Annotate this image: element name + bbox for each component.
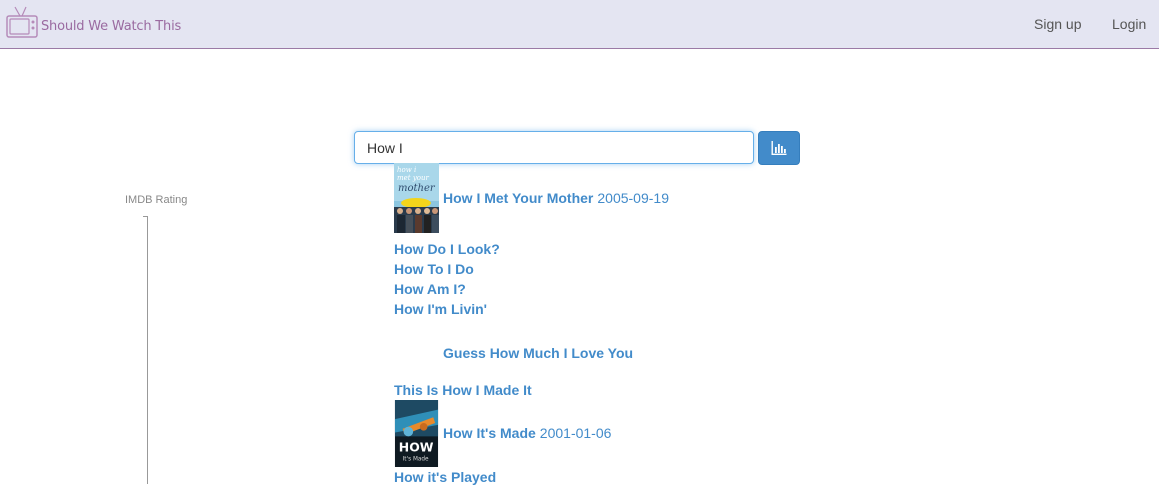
result-title[interactable]: How it's Played bbox=[394, 469, 496, 485]
result-item[interactable]: How it's Played bbox=[394, 467, 894, 487]
result-item[interactable]: How I'm Livin' bbox=[394, 299, 894, 319]
how-i-met-your-mother-poster: how i met your mother bbox=[394, 163, 439, 233]
result-title[interactable]: Guess How Much I Love You bbox=[443, 345, 633, 361]
result-title[interactable]: How It's Made bbox=[443, 425, 536, 441]
result-item[interactable]: how i met your mother How I Met Your Mot… bbox=[394, 163, 894, 233]
imdb-rating-label: IMDB Rating bbox=[125, 194, 188, 206]
result-title[interactable]: How I'm Livin' bbox=[394, 301, 487, 317]
result-title[interactable]: How I Met Your Mother bbox=[443, 190, 593, 206]
how-its-made-poster: HOW It's Made bbox=[394, 399, 439, 467]
result-item[interactable]: How Do I Look? bbox=[394, 239, 894, 259]
result-title[interactable]: How Do I Look? bbox=[394, 241, 500, 257]
result-date: 2005-09-19 bbox=[597, 190, 669, 206]
search-input[interactable] bbox=[354, 131, 754, 164]
svg-text:It's Made: It's Made bbox=[403, 456, 429, 462]
login-link[interactable]: Login bbox=[1112, 16, 1146, 32]
svg-text:met your: met your bbox=[397, 174, 429, 182]
bar-chart-icon bbox=[771, 141, 787, 155]
svg-text:mother: mother bbox=[398, 183, 436, 194]
svg-text:how i: how i bbox=[397, 166, 416, 174]
result-title[interactable]: How To I Do bbox=[394, 261, 474, 277]
brand-name: Should We Watch This bbox=[41, 18, 182, 34]
search-button[interactable] bbox=[758, 131, 800, 165]
brand-link[interactable]: Should We Watch This bbox=[6, 6, 182, 39]
result-date: 2001-01-06 bbox=[539, 425, 612, 441]
result-item[interactable]: Guess How Much I Love You bbox=[394, 325, 894, 380]
signup-link[interactable]: Sign up bbox=[1034, 16, 1081, 32]
svg-text:HOW: HOW bbox=[399, 439, 434, 454]
top-navbar: Should We Watch This Sign up Login bbox=[0, 0, 1159, 49]
result-title[interactable]: How Am I? bbox=[394, 281, 466, 297]
result-item[interactable]: This Is How I Made It bbox=[394, 380, 894, 400]
search-results: how i met your mother How I Met Your Mot… bbox=[394, 163, 894, 487]
result-item[interactable]: How Am I? bbox=[394, 279, 894, 299]
result-item[interactable]: How To I Do bbox=[394, 259, 894, 279]
rating-axis bbox=[143, 216, 148, 484]
result-title[interactable]: This Is How I Made It bbox=[394, 382, 532, 398]
tv-icon bbox=[6, 6, 38, 38]
result-item[interactable]: HOW It's Made How It's Made 2001-01-06 bbox=[394, 399, 894, 467]
